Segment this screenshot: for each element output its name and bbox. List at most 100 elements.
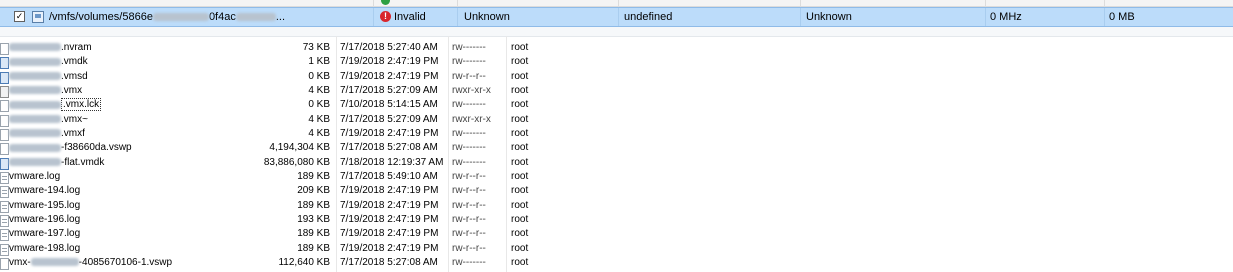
file-row[interactable]: vmware-196.log 193 KB 7/19/2018 2:47:19 PM… bbox=[0, 213, 1233, 227]
redacted-text bbox=[9, 72, 61, 81]
file-name-text: vmware-198.log bbox=[9, 242, 81, 254]
redacted-text bbox=[235, 13, 276, 22]
vm-table-row-selected[interactable]: ✓ /vmfs/volumes/5866e 0f4ac... ! Invalid … bbox=[0, 7, 1233, 27]
file-name[interactable]: .vmdk bbox=[9, 55, 88, 69]
file-name-prefix: vmx- bbox=[9, 256, 31, 268]
column-divider bbox=[373, 8, 374, 26]
redacted-text bbox=[9, 157, 61, 166]
column-divider bbox=[985, 0, 986, 6]
vm-path-middle: 0f4ac bbox=[208, 11, 236, 23]
file-row[interactable]: .vmx.lck 0 KB 7/10/2018 5:14:15 AM rw------… bbox=[0, 98, 1233, 113]
file-modified: 7/17/2018 5:27:08 AM bbox=[340, 142, 438, 154]
file-row[interactable]: vmx- -4085670106-1.vswp 112,640 KB 7/17/201… bbox=[0, 256, 1233, 270]
file-row[interactable]: vmware-197.log 189 KB 7/19/2018 2:47:19 PM… bbox=[0, 227, 1233, 242]
vm-host: undefined bbox=[624, 11, 673, 23]
redacted-text bbox=[9, 43, 61, 52]
file-row[interactable]: vmware.log 189 KB 7/17/2018 5:49:10 AM rw-r… bbox=[0, 170, 1233, 184]
file-permissions: rw------- bbox=[452, 42, 486, 53]
file-row[interactable]: .vmdk 1 KB 7/19/2018 2:47:19 PM rw------- ro… bbox=[0, 55, 1233, 70]
file-size: 4 KB bbox=[308, 127, 330, 139]
log-icon bbox=[0, 214, 9, 227]
file-modified: 7/19/2018 2:47:19 PM bbox=[340, 70, 439, 82]
file-permissions: rw------- bbox=[452, 256, 486, 268]
file-size: 0 KB bbox=[308, 99, 330, 111]
column-divider bbox=[1104, 0, 1105, 6]
file-name[interactable]: .vmx bbox=[9, 84, 82, 98]
redacted-text bbox=[9, 57, 61, 66]
vm-status: Invalid bbox=[394, 11, 426, 23]
file-size: 1 KB bbox=[308, 56, 330, 68]
file-name-text: .vmx~ bbox=[61, 113, 88, 125]
vm-path[interactable]: /vmfs/volumes/5866e 0f4ac... bbox=[49, 8, 285, 26]
file-modified: 7/19/2018 2:47:19 PM bbox=[340, 242, 439, 254]
file-name[interactable]: .vmx~ bbox=[9, 113, 88, 127]
virtual-machine-icon bbox=[32, 11, 44, 23]
file-owner: root bbox=[511, 199, 529, 211]
file-size: 189 KB bbox=[297, 242, 330, 254]
file-owner: root bbox=[511, 56, 529, 68]
file-permissions: rw------- bbox=[452, 142, 486, 154]
file-row[interactable]: -flat.vmdk 83,886,080 KB 7/18/2018 12:19:3… bbox=[0, 156, 1233, 170]
file-owner: root bbox=[511, 127, 529, 139]
vm-memory: 0 MB bbox=[1109, 11, 1135, 23]
file-modified: 7/19/2018 2:47:19 PM bbox=[340, 127, 439, 139]
file-name[interactable]: .vmx.lck bbox=[9, 98, 102, 112]
file-name[interactable]: -flat.vmdk bbox=[9, 156, 104, 170]
file-modified: 7/17/2018 5:27:40 AM bbox=[340, 42, 438, 53]
file-modified: 7/17/2018 5:27:09 AM bbox=[340, 84, 438, 96]
file-row[interactable]: .vmsd 0 KB 7/19/2018 2:47:19 PM rw-r--r-- ro… bbox=[0, 70, 1233, 84]
column-divider bbox=[373, 0, 374, 6]
file-name[interactable]: vmware-197.log bbox=[9, 227, 80, 241]
file-modified: 7/19/2018 2:47:19 PM bbox=[340, 56, 439, 68]
column-divider bbox=[1104, 8, 1105, 26]
file-name[interactable]: vmx- -4085670106-1.vswp bbox=[9, 256, 172, 270]
file-name[interactable]: .vmxf bbox=[9, 127, 85, 141]
file-name-text: -4085670106-1.vswp bbox=[78, 256, 173, 268]
file-row[interactable]: .nvram 73 KB 7/17/2018 5:27:40 AM rw-------… bbox=[0, 41, 1233, 55]
row-checkbox[interactable]: ✓ bbox=[14, 11, 25, 22]
file-permissions: rw------- bbox=[452, 156, 486, 168]
file-permissions: rw-r--r-- bbox=[452, 213, 486, 225]
redacted-text bbox=[9, 100, 61, 109]
file-name-text: vmware-196.log bbox=[9, 213, 81, 225]
disk-icon bbox=[0, 71, 9, 84]
file-name[interactable]: vmware-195.log bbox=[9, 199, 80, 213]
file-name[interactable]: .nvram bbox=[9, 41, 92, 55]
file-row[interactable]: .vmx 4 KB 7/17/2018 5:27:09 AM rwxr-xr-x roo… bbox=[0, 84, 1233, 98]
file-permissions: rw------- bbox=[452, 56, 486, 68]
file-name[interactable]: vmware-194.log bbox=[9, 184, 80, 198]
file-row[interactable]: .vmxf 4 KB 7/19/2018 2:47:19 PM rw------- ro… bbox=[0, 127, 1233, 141]
file-name[interactable]: vmware-196.log bbox=[9, 213, 80, 227]
file-icon bbox=[0, 43, 9, 55]
file-name[interactable]: vmware.log bbox=[9, 170, 60, 184]
vm-path-suffix: ... bbox=[275, 11, 286, 23]
disk-icon bbox=[0, 57, 9, 70]
file-modified: 7/17/2018 5:27:08 AM bbox=[340, 256, 438, 268]
file-row[interactable]: vmware-198.log 189 KB 7/19/2018 2:47:19 PM… bbox=[0, 242, 1233, 256]
file-owner: root bbox=[511, 156, 529, 168]
file-owner: root bbox=[511, 84, 529, 96]
file-modified: 7/10/2018 5:14:15 AM bbox=[340, 99, 438, 111]
file-permissions: rw------- bbox=[452, 127, 486, 139]
file-icon bbox=[0, 143, 9, 156]
file-permissions: rw-r--r-- bbox=[452, 199, 486, 211]
file-size: 112,640 KB bbox=[278, 256, 330, 268]
file-row[interactable]: vmware-194.log 209 KB 7/19/2018 2:47:19 PM… bbox=[0, 184, 1233, 199]
redacted-text bbox=[9, 86, 61, 95]
file-name[interactable]: .vmsd bbox=[9, 70, 88, 84]
file-owner: root bbox=[511, 142, 529, 154]
file-owner: root bbox=[511, 170, 529, 182]
file-name-text: vmware.log bbox=[9, 170, 61, 182]
file-size: 4 KB bbox=[308, 113, 330, 125]
file-row[interactable]: vmware-195.log 189 KB 7/19/2018 2:47:19 PM… bbox=[0, 199, 1233, 213]
config-icon bbox=[0, 85, 9, 98]
file-name[interactable]: -f38660da.vswp bbox=[9, 141, 132, 155]
file-row[interactable]: -f38660da.vswp 4,194,304 KB 7/17/2018 5:27… bbox=[0, 141, 1233, 156]
file-size: 189 KB bbox=[297, 199, 330, 211]
file-permissions: rw-r--r-- bbox=[452, 228, 486, 240]
file-row[interactable]: .vmx~ 4 KB 7/17/2018 5:27:09 AM rwxr-xr-x ro… bbox=[0, 113, 1233, 127]
file-size: 209 KB bbox=[297, 185, 330, 197]
file-name[interactable]: vmware-198.log bbox=[9, 242, 80, 256]
file-size: 83,886,080 KB bbox=[263, 156, 330, 168]
column-divider bbox=[457, 8, 458, 26]
